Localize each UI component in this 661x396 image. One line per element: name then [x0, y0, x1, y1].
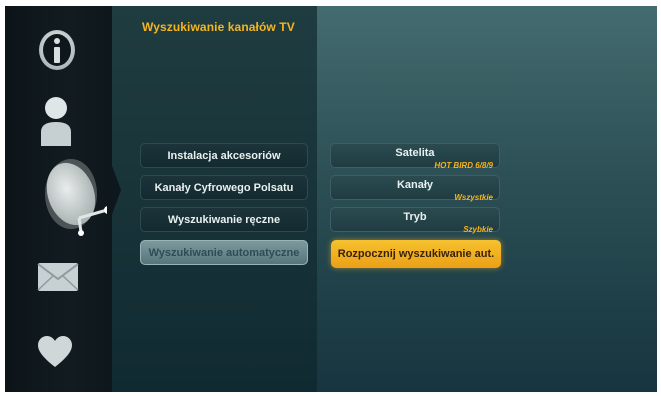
mode-option[interactable]: Tryb Szybkie: [330, 207, 500, 234]
menu-item-manual-search[interactable]: Wyszukiwanie ręczne: [140, 207, 308, 232]
satellite-label: Satelita: [395, 147, 435, 159]
sidebar: [5, 6, 112, 392]
channels-value: Wszystkie: [454, 193, 493, 202]
envelope-icon[interactable]: [37, 262, 79, 292]
info-icon[interactable]: [37, 28, 77, 72]
mode-value: Szybkie: [463, 225, 493, 234]
menu-item-auto-search[interactable]: Wyszukiwanie automatyczne: [140, 240, 308, 265]
selection-pointer: [107, 152, 121, 228]
menu-item-polsat-channels[interactable]: Kanały Cyfrowego Polsatu: [140, 175, 308, 200]
page-title: Wyszukiwanie kanałów TV: [142, 20, 295, 34]
mode-label: Tryb: [403, 211, 427, 223]
menu-item-accessories[interactable]: Instalacja akcesoriów: [140, 143, 308, 168]
user-icon[interactable]: [39, 94, 73, 146]
start-auto-search-button[interactable]: Rozpocznij wyszukiwanie aut.: [331, 240, 501, 268]
satellite-value: HOT BIRD 6/8/9: [434, 161, 493, 170]
channels-option[interactable]: Kanały Wszystkie: [330, 175, 500, 202]
satellite-option[interactable]: Satelita HOT BIRD 6/8/9: [330, 143, 500, 170]
channels-label: Kanały: [396, 179, 434, 191]
heart-icon[interactable]: [38, 336, 72, 368]
